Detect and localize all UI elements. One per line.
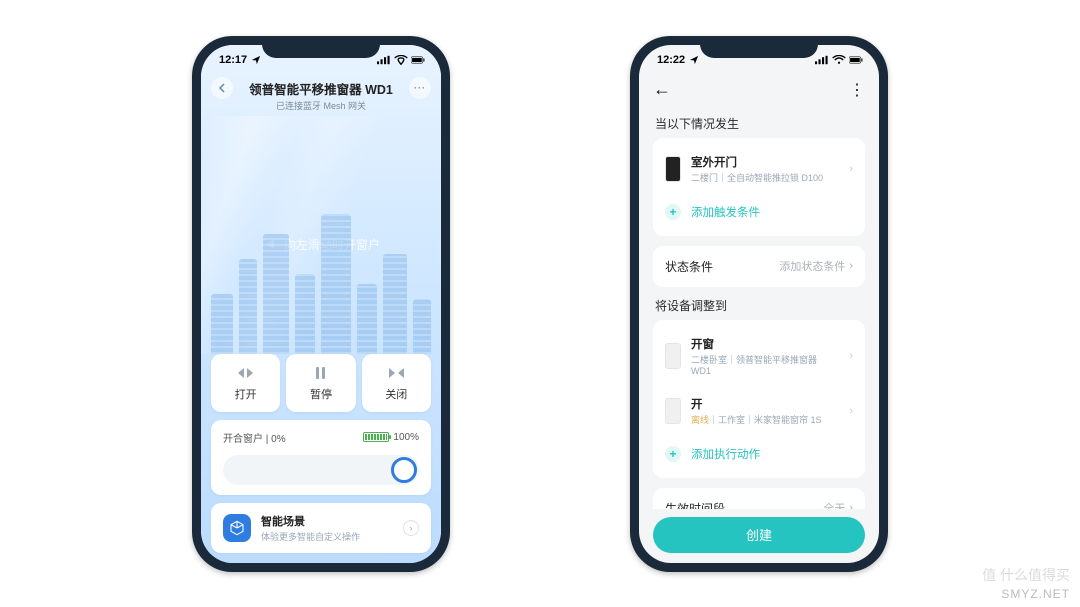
chevron-right-icon: ›: [849, 260, 853, 272]
time-label: 生效时间段: [665, 500, 725, 509]
action-section-label: 将设备调整到: [655, 297, 865, 314]
chevron-right-icon: ›: [849, 405, 853, 417]
device-header: ··· 领普智能平移推窗器 WD1 已连接蓝牙 Mesh 网关: [201, 75, 441, 116]
battery-pct: 100%: [393, 432, 419, 443]
action2-sub: 离线｜工作室｜米家智能窗帘 1S: [691, 413, 839, 426]
device-subtitle: 已连接蓝牙 Mesh 网关: [201, 99, 441, 112]
action-row-2[interactable]: 开 离线｜工作室｜米家智能窗帘 1S ›: [653, 386, 865, 436]
state-value: 添加状态条件: [779, 258, 845, 274]
slider-thumb[interactable]: [391, 457, 417, 483]
more-button[interactable]: ⋮: [849, 80, 865, 100]
window-slider[interactable]: [223, 455, 419, 485]
window-slider-card: 开合窗户 | 0% 100%: [211, 420, 431, 495]
action-card: 开窗 二楼卧室｜领普智能平移推窗器 WD1 › 开 离线｜工作室｜米家智能窗帘 …: [653, 320, 865, 478]
action2-title: 开: [691, 396, 839, 412]
trigger-row[interactable]: 室外开门 二楼门｜全自动智能推拉锁 D100 ›: [653, 144, 865, 194]
signal-icon: [377, 55, 391, 65]
open-label: 打开: [235, 386, 257, 402]
device-thumb-icon: [665, 398, 681, 424]
open-button[interactable]: 打开: [211, 354, 280, 412]
add-action-label: 添加执行动作: [691, 446, 760, 462]
back-button[interactable]: [211, 77, 233, 99]
wifi-icon: [832, 55, 846, 65]
state-condition-row[interactable]: 状态条件 添加状态条件 ›: [653, 246, 865, 287]
scene-subtitle: 体验更多智能自定义操作: [261, 530, 393, 543]
automation-header: ← ⋮: [639, 75, 879, 105]
pause-button[interactable]: 暂停: [286, 354, 355, 412]
cube-icon: [223, 514, 251, 542]
battery-icon: [849, 55, 863, 65]
state-label: 状态条件: [665, 258, 713, 275]
status-time: 12:17: [219, 54, 247, 66]
chevron-right-icon: ›: [849, 163, 853, 175]
close-label: 关闭: [385, 386, 407, 402]
chevron-right-icon: ›: [849, 350, 853, 362]
location-icon: [687, 55, 701, 65]
phone-right: 12:22 ← ⋮ 当以下情况发生: [630, 36, 888, 572]
screen-right: 12:22 ← ⋮ 当以下情况发生: [639, 45, 879, 563]
trigger-sub: 二楼门｜全自动智能推拉锁 D100: [691, 171, 839, 184]
notch: [700, 36, 818, 58]
create-label: 创建: [746, 525, 772, 544]
control-row: 打开 暂停 关闭: [211, 354, 431, 412]
screen-left: 12:17 ··· 领普智能平移推窗器 WD1 已连接蓝牙 Mesh 网关: [201, 45, 441, 563]
status-time: 12:22: [657, 54, 685, 66]
watermark-en: SMYZ.NET: [1001, 587, 1070, 601]
slider-label: 开合窗户 | 0%: [223, 430, 286, 445]
notch: [262, 36, 380, 58]
action-row-1[interactable]: 开窗 二楼卧室｜领普智能平移推窗器 WD1 ›: [653, 326, 865, 386]
wifi-icon: [394, 55, 408, 65]
close-button[interactable]: 关闭: [362, 354, 431, 412]
device-thumb-icon: [665, 343, 681, 369]
device-thumb-icon: [665, 156, 681, 182]
trigger-card: 室外开门 二楼门｜全自动智能推拉锁 D100 › + 添加触发条件: [653, 138, 865, 236]
action1-title: 开窗: [691, 336, 839, 352]
scene-title: 智能场景: [261, 513, 393, 529]
plus-icon: +: [665, 204, 681, 220]
location-icon: [249, 55, 263, 65]
battery-icon: [363, 432, 389, 442]
skyline-illustration: [201, 204, 441, 354]
battery-row: 100%: [363, 432, 419, 443]
chevron-left-icon: [217, 83, 227, 93]
smart-scene-card[interactable]: 智能场景 体验更多智能自定义操作 ›: [211, 503, 431, 553]
time-value: 全天: [823, 500, 845, 509]
phone-left: 12:17 ··· 领普智能平移推窗器 WD1 已连接蓝牙 Mesh 网关: [192, 36, 450, 572]
device-title: 领普智能平移推窗器 WD1: [201, 79, 441, 98]
chevron-right-icon: ›: [403, 520, 419, 536]
more-button[interactable]: ···: [409, 77, 431, 99]
action1-sub: 二楼卧室｜领普智能平移推窗器 WD1: [691, 353, 839, 376]
add-trigger-row[interactable]: + 添加触发条件: [653, 194, 865, 230]
trigger-section-label: 当以下情况发生: [655, 115, 865, 132]
open-icon: [238, 364, 253, 382]
time-range-row[interactable]: 生效时间段 全天 ›: [653, 488, 865, 509]
add-action-row[interactable]: + 添加执行动作: [653, 436, 865, 472]
chevron-right-icon: ›: [849, 502, 853, 509]
pause-icon: [316, 364, 325, 382]
create-button[interactable]: 创建: [653, 517, 865, 553]
watermark-cn: 值 什么值得买: [982, 565, 1070, 585]
signal-icon: [815, 55, 829, 65]
trigger-title: 室外开门: [691, 154, 839, 170]
back-button[interactable]: ←: [653, 79, 671, 100]
plus-icon: +: [665, 446, 681, 462]
pause-label: 暂停: [310, 386, 332, 402]
illustration-area: 向左滑动时开窗户: [201, 116, 441, 354]
battery-icon: [411, 55, 425, 65]
close-icon: [389, 364, 404, 382]
add-trigger-label: 添加触发条件: [691, 204, 760, 220]
